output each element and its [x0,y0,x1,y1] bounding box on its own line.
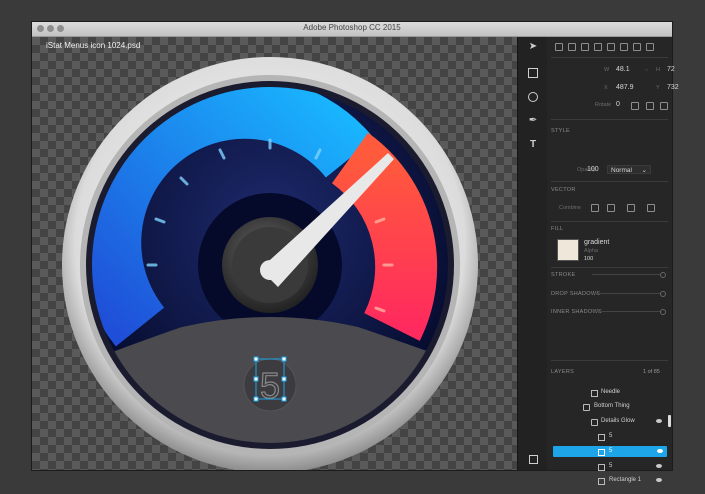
shape-layer-icon [591,390,598,397]
h-value[interactable]: 72 [667,66,675,73]
fill-section: FILL [551,226,564,232]
layer-name: 5 [609,448,613,454]
blend-mode-select[interactable]: Normal ⌄ [607,165,651,174]
align-center-icon[interactable] [568,43,576,51]
drop-shadows-slider[interactable] [592,291,666,297]
x-value[interactable]: 487.9 [616,84,634,91]
visibility-eye-icon[interactable] [656,464,662,468]
y-label: Y [656,85,660,91]
layer-name: 5 [609,463,613,469]
transform-icon[interactable] [660,102,668,110]
flip-vertical-icon[interactable] [646,102,654,110]
shape-layer-icon [598,449,605,456]
stroke-section[interactable]: STROKE [551,272,575,278]
w-value[interactable]: 48.1 [616,66,630,73]
layer-item[interactable]: Rectangle 1 [547,475,672,486]
fill-sub-label: Alpha [584,248,599,254]
layer-item[interactable]: Needle [547,387,672,398]
layer-item[interactable]: Details Glow [547,416,672,427]
blend-mode-value: Normal [611,167,632,174]
chevron-down-icon: ⌄ [641,167,647,174]
select-arrow-icon[interactable]: ➤ [527,41,539,53]
layer-item-selected[interactable]: 5 [553,446,667,457]
flip-horizontal-icon[interactable] [631,102,639,110]
align-toolbar [547,43,672,51]
align-bottom-icon[interactable] [620,43,628,51]
drop-shadows-section[interactable]: DROP SHADOWS [551,291,600,297]
layer-name: Rectangle 1 [609,477,642,483]
gauge-artwork: 5 [62,57,478,470]
layer-item[interactable]: 5 [547,431,672,442]
title-bar: Adobe Photoshop CC 2015 [32,22,672,37]
layer-item[interactable]: 5 [547,461,672,472]
folder-icon [583,404,590,411]
rectangle-tool-icon[interactable] [527,67,539,79]
inner-shadows-slider[interactable] [592,309,666,315]
artboard-icon[interactable] [527,453,539,465]
visibility-eye-icon[interactable] [656,478,662,482]
combine-subtract-icon[interactable] [607,204,615,212]
layer-name: Needle [601,389,621,395]
align-right-icon[interactable] [581,43,589,51]
align-left-icon[interactable] [555,43,563,51]
rotate-label: Rotate [595,102,612,108]
layer-name: Details Glow [601,418,635,424]
style-section: STYLE [551,128,570,134]
fill-swatch[interactable] [557,239,579,261]
tools-bar: ➤ ✒ T [517,37,548,470]
visibility-eye-icon[interactable] [656,419,662,423]
align-middle-icon[interactable] [607,43,615,51]
properties-panel: W 48.1 ⇔ H 72 X 487.9 Y 732 Rotate 0 STY… [547,37,679,485]
y-value[interactable]: 732 [667,84,679,91]
window-title: Adobe Photoshop CC 2015 [303,23,401,32]
distribute-h-icon[interactable] [633,43,641,51]
shape-layer-icon [598,464,605,471]
stroke-slider[interactable] [592,272,666,278]
lock-icon[interactable] [657,449,663,453]
layers-section: LAYERS [551,369,575,375]
fill-name: gradient [584,239,610,246]
combine-intersect-icon[interactable] [627,204,635,212]
vector-section: VECTOR [551,187,576,193]
layer-item[interactable]: Bottom Thing [547,401,672,412]
rotate-value[interactable]: 0 [616,101,620,108]
photoshop-window: Adobe Photoshop CC 2015 iStat Menus icon… [32,22,679,485]
combine-label: Combine [559,205,582,211]
combine-union-icon[interactable] [591,204,599,212]
combine-exclude-icon[interactable] [647,204,655,212]
gauge-digit: 5 [260,365,280,406]
align-top-icon[interactable] [594,43,602,51]
layers-scrollbar[interactable] [668,415,671,427]
text-tool-icon[interactable]: T [527,139,539,151]
shape-layer-icon [598,478,605,485]
distribute-v-icon[interactable] [646,43,654,51]
h-label: H [656,67,660,73]
x-label: X [604,85,608,91]
layer-name: Bottom Thing [594,403,630,409]
w-label: W [604,67,610,73]
opacity-value[interactable]: 100 [587,166,599,173]
link-icon[interactable]: ⇔ [644,67,650,73]
shape-layer-icon [598,434,605,441]
pen-tool-icon[interactable]: ✒ [527,115,539,127]
inner-shadows-section[interactable]: INNER SHADOWS [551,309,602,315]
fill-alpha-value: 100 [584,256,594,262]
document-canvas[interactable]: iStat Menus icon 1024.psd 5 [32,37,517,470]
layer-name: 5 [609,433,613,439]
ellipse-tool-icon[interactable] [527,91,539,103]
folder-icon [591,419,598,426]
layers-count: 1 of 85 [643,369,660,375]
